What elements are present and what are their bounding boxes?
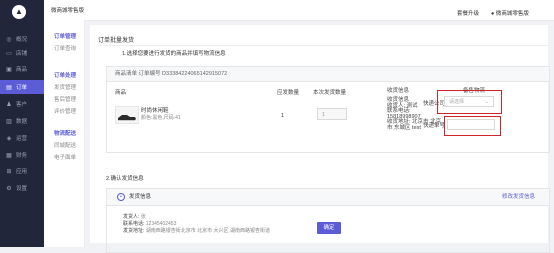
company-highlight: [437, 90, 502, 114]
sender-details: 发货人: 张 联系电话: 12345402453 发货地址: 湖南西路银杏街北京…: [123, 214, 270, 235]
sidebar-item-store[interactable]: ▭ 店铺: [0, 46, 44, 60]
sidebar-item-orders[interactable]: ▤ 订单: [0, 80, 44, 94]
product-spec: 颜色:黑色,尺码:41: [141, 115, 181, 121]
sidebar-item-label: 设置: [16, 186, 28, 192]
phone-value: 12345402453: [145, 221, 177, 227]
location-icon: •: [117, 193, 125, 201]
confirm-button[interactable]: 确定: [317, 222, 341, 234]
operations-icon: ◈: [6, 135, 12, 142]
sidebar-item-customers[interactable]: ♟ 客户: [0, 97, 44, 111]
sidebar-item-finance[interactable]: ▦ 财务: [0, 148, 44, 162]
shipping-info-box: • 发货信息 修改发货信息 发货人: 张 联系电话: 12345402453 发…: [106, 188, 550, 253]
shop-name: 微商城零售版: [51, 8, 85, 14]
col-receiver: 收货信息: [387, 88, 410, 94]
shipping-info-title: 发货信息: [129, 194, 152, 200]
edit-shipping-link[interactable]: 修改发货信息: [502, 189, 535, 205]
subnav-group-title: 订单管理: [54, 34, 77, 40]
step1-label: 1.选择您要进行发货的商品并填写物流信息: [122, 51, 226, 57]
sidebar-item-label: 商品: [16, 67, 28, 73]
col-product: 商品: [115, 90, 127, 96]
page-title: 订单批量发货: [98, 38, 135, 44]
step2-label: 2.确认发货信息: [106, 176, 144, 182]
address-value: 湖南西路银杏街北京市 北京市 大兴区 湖南西路银杏街道: [145, 228, 270, 234]
product-image: [115, 106, 139, 124]
product-qty: 1: [281, 113, 285, 119]
top-bar: 微商城零售版 套餐升级 ● 微商城零售版: [44, 0, 554, 21]
subnav-group-title: 物流配送: [54, 131, 77, 137]
avatar[interactable]: ▲: [12, 5, 26, 19]
finance-icon: ▦: [6, 152, 12, 159]
sender-value: 张: [140, 214, 146, 220]
title-divider: [98, 45, 548, 46]
tracking-highlight: [444, 116, 501, 136]
subnav-item-after-sale[interactable]: 售后管理: [54, 95, 76, 103]
send-qty-input[interactable]: 1: [317, 108, 347, 120]
col-qty: 应发数量: [277, 90, 300, 96]
gear-icon: ⚙: [6, 185, 12, 192]
sidebar-item-apps[interactable]: ⊞ 应用: [0, 164, 44, 178]
shipping-info-header: • 发货信息 修改发货信息: [107, 189, 549, 206]
sidebar-item-operations[interactable]: ◈ 运营: [0, 131, 44, 145]
sidebar-item-data[interactable]: ▥ 数据: [0, 114, 44, 128]
subnav-item-shipping[interactable]: 发货管理: [54, 83, 76, 91]
address-label: 发货地址:: [123, 228, 145, 234]
apps-icon: ⊞: [6, 168, 12, 175]
subnav-item-order-query[interactable]: 订单查询: [54, 44, 76, 52]
sub-nav: 订单管理 订单查询 订单处理 发货管理 售后管理 评价管理 物流配送 同城配送 …: [44, 20, 85, 247]
upgrade-link[interactable]: 套餐升级: [457, 9, 479, 17]
product-name[interactable]: 时尚休闲鞋: [141, 106, 169, 114]
phone-label: 联系电话:: [123, 221, 145, 227]
sender-label: 发货人:: [123, 214, 140, 220]
orders-icon: ▤: [6, 84, 12, 91]
subnav-group-title: 订单处理: [54, 73, 77, 79]
sidebar-item-goods[interactable]: ▣ 商品: [0, 62, 44, 76]
subnav-group-order-manage: 订单管理 订单查询: [54, 32, 76, 56]
customer-icon: ♟: [6, 101, 12, 108]
subnav-item-local-delivery[interactable]: 同城配送: [54, 141, 76, 149]
sidebar-item-label: 订单: [16, 85, 28, 91]
main-sidebar: ▲ ◎ 概况 ▭ 店铺 ▣ 商品 ▤ 订单 ♟ 客户 ▥ 数据 ◈ 运营 ▦ 财务 ⊞ 应用 ⚙ 设…: [0, 0, 44, 247]
subnav-group-order-process: 订单处理 发货管理 售后管理 评价管理: [54, 71, 76, 119]
overview-icon: ◎: [6, 36, 12, 43]
sidebar-item-label: 财务: [16, 153, 28, 159]
data-icon: ▥: [6, 118, 12, 125]
col-send-qty: 本次发货数量: [313, 90, 347, 96]
store-switcher[interactable]: ● 微商城零售版: [491, 9, 529, 17]
sidebar-item-label: 店铺: [16, 51, 28, 57]
subnav-group-logistics: 物流配送 同城配送 电子面单: [54, 129, 76, 165]
main-panel: 订单批量发货 1.选择您要进行发货的商品并填写物流信息 商品清单 订单编号 D3…: [90, 25, 550, 253]
goods-icon: ▣: [6, 66, 12, 73]
sidebar-item-label: 客户: [16, 102, 28, 108]
sidebar-item-overview[interactable]: ◎ 概况: [0, 32, 44, 46]
subnav-item-e-waybill[interactable]: 电子面单: [54, 153, 76, 161]
order-header: 商品清单 订单编号 D33384224065142915072: [107, 67, 549, 82]
sidebar-item-label: 概况: [16, 37, 28, 43]
sidebar-item-label: 数据: [16, 119, 28, 125]
sidebar-item-label: 运营: [16, 136, 28, 142]
store-icon: ▭: [6, 50, 12, 57]
tracking-label: 快递单号: [423, 123, 446, 129]
sidebar-item-settings[interactable]: ⚙ 设置: [0, 181, 44, 195]
sidebar-item-label: 应用: [16, 169, 28, 175]
subnav-item-reviews[interactable]: 评价管理: [54, 107, 76, 115]
